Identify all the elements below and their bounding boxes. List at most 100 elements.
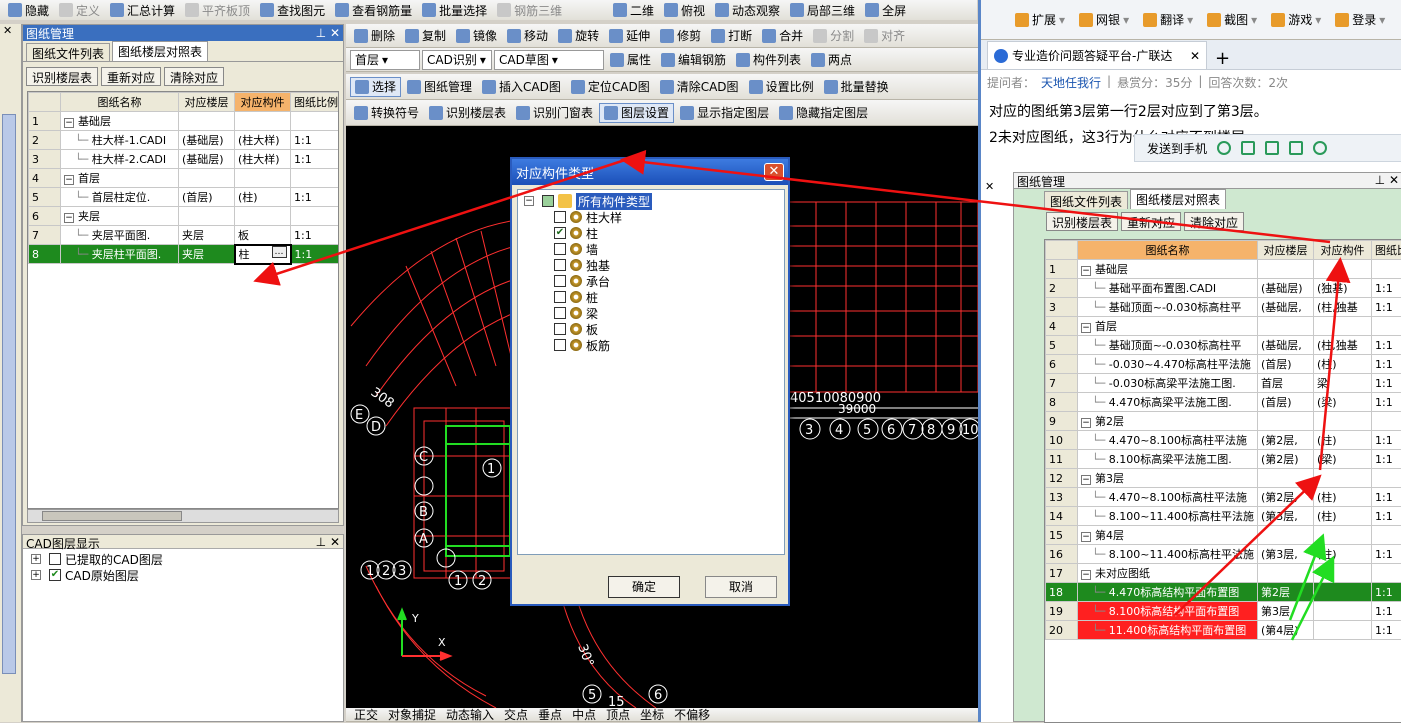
row-comp[interactable]: (柱大样) bbox=[235, 150, 291, 169]
panel-button-1[interactable]: 重新对应 bbox=[101, 67, 161, 86]
row-floor[interactable]: 夹层 bbox=[179, 226, 235, 245]
row-scale[interactable] bbox=[1372, 564, 1401, 583]
cad2-button-6[interactable]: 批量替换 bbox=[820, 77, 893, 97]
cad-button-3[interactable]: 两点 bbox=[807, 50, 856, 70]
row-floor[interactable] bbox=[1258, 526, 1314, 545]
row-floor[interactable]: (首层) bbox=[1258, 355, 1314, 374]
table-row[interactable]: 3└─ 柱大样-2.CADI(基础层)(柱大样)1:1 bbox=[29, 150, 340, 169]
row-comp[interactable] bbox=[1314, 583, 1372, 602]
edit-button-6[interactable]: 修剪 bbox=[656, 26, 705, 46]
edit-button-1[interactable]: 复制 bbox=[401, 26, 450, 46]
view-button-0[interactable]: 二维 bbox=[609, 0, 658, 20]
component-checkbox[interactable] bbox=[554, 275, 566, 287]
toolbar-button-0[interactable]: 隐藏 bbox=[4, 0, 53, 20]
cloud-icon[interactable] bbox=[1217, 141, 1231, 155]
collapse-icon[interactable]: − bbox=[64, 118, 74, 128]
table-row[interactable]: 19└─ 8.100标高结构平面布置图第3层1:1 bbox=[1046, 602, 1401, 621]
component-checkbox[interactable] bbox=[554, 243, 566, 255]
component-item[interactable]: 墙 bbox=[554, 241, 778, 257]
status-toggle-0[interactable]: 正交 bbox=[350, 708, 382, 722]
component-item[interactable]: 板筋 bbox=[554, 337, 778, 353]
row-comp[interactable] bbox=[1314, 412, 1372, 431]
row-scale[interactable] bbox=[1372, 317, 1401, 336]
row-floor[interactable]: (第2层, bbox=[1258, 488, 1314, 507]
view-button-3[interactable]: 局部三维 bbox=[786, 0, 859, 20]
row-scale[interactable]: 1:1 bbox=[1372, 431, 1401, 450]
row-floor[interactable]: (基础层) bbox=[1258, 279, 1314, 298]
ellipsis-button[interactable]: … bbox=[272, 246, 287, 258]
row-floor[interactable]: (第3层, bbox=[1258, 545, 1314, 564]
expand-icon[interactable]: + bbox=[31, 570, 41, 580]
table-row[interactable]: 7└─ 夹层平面图.夹层板1:1 bbox=[29, 226, 340, 245]
component-checkbox[interactable] bbox=[554, 339, 566, 351]
cad-button-0[interactable]: 属性 bbox=[606, 50, 655, 70]
browser-tab[interactable]: 专业造价问题答疑平台-广联达 ✕ bbox=[987, 41, 1207, 69]
row-scale[interactable]: 1:1 bbox=[1372, 298, 1401, 317]
panel-button-0[interactable]: 识别楼层表 bbox=[1046, 212, 1118, 231]
row-scale[interactable]: 1:1 bbox=[1372, 393, 1401, 412]
row-scale[interactable]: 1:1 bbox=[1372, 355, 1401, 374]
component-checkbox[interactable] bbox=[554, 307, 566, 319]
row-comp[interactable] bbox=[1314, 621, 1372, 640]
toolbar-button-7[interactable]: 钢筋三维 bbox=[493, 0, 566, 20]
cad2-button-4[interactable]: 清除CAD图 bbox=[656, 77, 743, 97]
layer-checkbox[interactable]: ✔ bbox=[49, 569, 61, 581]
browser-tool-3[interactable]: 截图▾ bbox=[1203, 10, 1261, 30]
panel-button-0[interactable]: 识别楼层表 bbox=[26, 67, 98, 86]
cad3-button-0[interactable]: 转换符号 bbox=[350, 103, 423, 123]
browser-tool-4[interactable]: 游戏▾ bbox=[1267, 10, 1325, 30]
row-floor[interactable] bbox=[179, 169, 235, 188]
row-scale[interactable]: 1:1 bbox=[1372, 450, 1401, 469]
row-floor[interactable]: (基础层, bbox=[1258, 298, 1314, 317]
table-row[interactable]: 8└─ 夹层柱平面图.夹层柱…1:1 bbox=[29, 245, 340, 264]
browser-tool-2[interactable]: 翻译▾ bbox=[1139, 10, 1197, 30]
browser-tool-0[interactable]: 扩展▾ bbox=[1011, 10, 1069, 30]
row-comp[interactable] bbox=[1314, 317, 1372, 336]
cad2-button-0[interactable]: 选择 bbox=[350, 77, 401, 97]
row-comp[interactable] bbox=[235, 112, 291, 131]
edit-button-2[interactable]: 镜像 bbox=[452, 26, 501, 46]
view-button-2[interactable]: 动态观察 bbox=[711, 0, 784, 20]
toolbar-button-2[interactable]: 汇总计算 bbox=[106, 0, 179, 20]
row-scale[interactable]: 1:1 bbox=[1372, 488, 1401, 507]
column-header[interactable]: 图纸比例 bbox=[291, 93, 340, 112]
cad3-button-1[interactable]: 识别楼层表 bbox=[425, 103, 510, 123]
browser-tool-5[interactable]: 登录▾ bbox=[1331, 10, 1389, 30]
row-floor[interactable]: (第2层, bbox=[1258, 431, 1314, 450]
edit-button-0[interactable]: 删除 bbox=[350, 26, 399, 46]
cad3-button-2[interactable]: 识别门窗表 bbox=[512, 103, 597, 123]
layer-checkbox[interactable] bbox=[49, 553, 61, 565]
table-row[interactable]: 15−第4层 bbox=[1046, 526, 1401, 545]
table-row[interactable]: 13└─ 4.470~8.100标高柱平法施(第2层,(柱)1:1 bbox=[1046, 488, 1401, 507]
row-scale[interactable]: 1:1 bbox=[1372, 602, 1401, 621]
cancel-button[interactable]: 取消 bbox=[705, 576, 777, 598]
table-row[interactable]: 2└─ 基础平面布置图.CADI(基础层)(独基)1:1 bbox=[1046, 279, 1401, 298]
toolbar-button-6[interactable]: 批量选择 bbox=[418, 0, 491, 20]
table-row[interactable]: 3└─ 基础顶面~-0.030标高柱平(基础层,(柱,独基1:1 bbox=[1046, 298, 1401, 317]
table-row[interactable]: 6└─ -0.030~4.470标高柱平法施(首层)(柱)1:1 bbox=[1046, 355, 1401, 374]
row-comp[interactable]: (柱) bbox=[1314, 507, 1372, 526]
table-row[interactable]: 16└─ 8.100~11.400标高柱平法施(第3层,(柱)1:1 bbox=[1046, 545, 1401, 564]
row-comp[interactable]: (柱) bbox=[1314, 488, 1372, 507]
collapse-icon[interactable]: − bbox=[1081, 418, 1091, 428]
row-floor[interactable]: 第2层 bbox=[1258, 583, 1314, 602]
row-scale[interactable]: 1:1 bbox=[1372, 279, 1401, 298]
row-floor[interactable] bbox=[179, 207, 235, 226]
edit-button-8[interactable]: 合并 bbox=[758, 26, 807, 46]
row-scale[interactable] bbox=[291, 112, 340, 131]
component-checkbox[interactable] bbox=[554, 211, 566, 223]
column-header[interactable]: 图纸比例 bbox=[1372, 241, 1401, 260]
select-floor[interactable]: 首层 ▾ bbox=[350, 50, 420, 70]
layer-item[interactable]: +✔CAD原始图层 bbox=[31, 567, 335, 583]
row-comp[interactable]: 柱… bbox=[235, 245, 291, 264]
cad3-button-3[interactable]: 图层设置 bbox=[599, 103, 674, 123]
row-floor[interactable] bbox=[1258, 564, 1314, 583]
pin-close-icons[interactable]: ⊥ ✕ bbox=[316, 535, 340, 548]
toolbar-button-3[interactable]: 平齐板顶 bbox=[181, 0, 254, 20]
tab-0[interactable]: 图纸文件列表 bbox=[26, 43, 110, 61]
row-floor[interactable] bbox=[179, 112, 235, 131]
collapse-icon[interactable]: − bbox=[1081, 323, 1091, 333]
row-floor[interactable]: (第4层) bbox=[1258, 621, 1314, 640]
collapse-icon[interactable]: − bbox=[1081, 532, 1091, 542]
component-item[interactable]: 承台 bbox=[554, 273, 778, 289]
